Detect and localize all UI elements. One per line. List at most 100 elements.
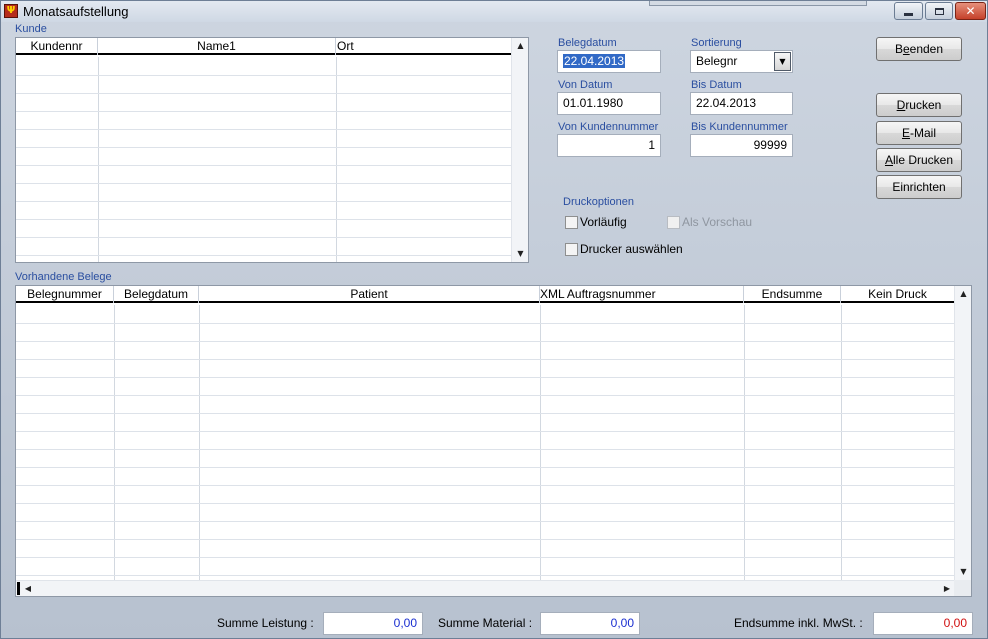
bis-datum-value: 22.04.2013	[696, 96, 757, 110]
column-header-xml-auftragsnummer[interactable]: XML Auftragsnummer	[540, 286, 744, 303]
kunde-group-label: Kunde	[15, 23, 47, 35]
grid-row-line	[16, 449, 955, 450]
grid-row-line	[16, 395, 955, 396]
summe-material-label: Summe Material :	[438, 616, 533, 630]
druckoptionen-label: Druckoptionen	[563, 196, 634, 208]
grid-row-line	[16, 147, 512, 148]
grid-row-line	[16, 557, 955, 558]
grid-row-line	[16, 341, 955, 342]
kunde-vertical-scrollbar[interactable]: ▲ ▼	[511, 38, 528, 262]
grid-row-line	[16, 431, 955, 432]
einrichten-button[interactable]: Einrichten	[876, 175, 962, 199]
als-vorschau-label[interactable]: Als Vorschau	[682, 215, 752, 229]
summe-material-field[interactable]: 0,00	[540, 612, 640, 635]
window-title: Monatsaufstellung	[23, 4, 129, 19]
belegdatum-label: Belegdatum	[558, 37, 617, 49]
bis-datum-input[interactable]: 22.04.2013	[690, 92, 793, 115]
row-indicator	[17, 582, 20, 595]
belegdatum-value: 22.04.2013	[563, 54, 626, 68]
scroll-right-icon[interactable]: ▶	[939, 581, 955, 596]
von-datum-input[interactable]: 01.01.1980	[557, 92, 661, 115]
maximize-icon	[934, 7, 944, 15]
kunde-grid-header: Kundennr Name1 Ort	[16, 38, 512, 55]
grid-row-line	[16, 201, 512, 202]
endsumme-label: Endsumme inkl. MwSt. :	[734, 616, 863, 630]
grid-row-line	[16, 485, 955, 486]
vorlaeufig-label[interactable]: Vorläufig	[580, 215, 627, 229]
belege-grid-header: Belegnummer Belegdatum Patient XML Auftr…	[16, 286, 955, 303]
column-header-patient[interactable]: Patient	[199, 286, 540, 303]
grid-column-line	[98, 57, 99, 262]
belege-vertical-scrollbar[interactable]: ▲ ▼	[954, 286, 971, 580]
belegdatum-input[interactable]: 22.04.2013	[557, 50, 661, 73]
grid-row-line	[16, 219, 512, 220]
grid-column-line	[336, 57, 337, 262]
grid-row-line	[16, 503, 955, 504]
scrollbar-corner	[954, 580, 971, 596]
grid-row-line	[16, 255, 512, 256]
app-icon: Ψ	[4, 4, 18, 18]
scroll-down-icon[interactable]: ▼	[512, 246, 528, 262]
endsumme-value: 0,00	[943, 616, 967, 630]
grid-row-line	[16, 323, 955, 324]
grid-row-line	[16, 521, 955, 522]
grid-row-line	[16, 129, 512, 130]
scroll-up-icon[interactable]: ▲	[512, 38, 528, 54]
column-header-kundennr[interactable]: Kundennr	[16, 38, 98, 55]
grid-row-line	[16, 183, 512, 184]
grid-row-line	[16, 165, 512, 166]
bis-kundennummer-label: Bis Kundennummer	[691, 121, 788, 133]
bis-kundennummer-value: 99999	[753, 138, 787, 152]
von-kundennummer-label: Von Kundennummer	[558, 121, 659, 133]
background-window-edge	[649, 1, 867, 6]
von-datum-value: 01.01.1980	[563, 96, 624, 110]
column-header-endsumme[interactable]: Endsumme	[744, 286, 841, 303]
column-header-name1[interactable]: Name1	[98, 38, 336, 55]
summe-leistung-value: 0,00	[393, 616, 417, 630]
scroll-down-icon[interactable]: ▼	[955, 564, 971, 580]
grid-row-line	[16, 75, 512, 76]
belege-grid[interactable]: Belegnummer Belegdatum Patient XML Auftr…	[15, 285, 972, 597]
belege-horizontal-scrollbar[interactable]: ◀ ▶	[16, 580, 955, 596]
drucker-auswaehlen-label[interactable]: Drucker auswählen	[580, 242, 683, 256]
grid-row-line	[16, 539, 955, 540]
als-vorschau-checkbox[interactable]	[667, 216, 680, 229]
main-window: Ψ Monatsaufstellung ✕ Kunde Kundennr Nam…	[0, 0, 988, 639]
summe-material-value: 0,00	[610, 616, 634, 630]
grid-row-line	[16, 413, 955, 414]
von-kundennummer-input[interactable]: 1	[557, 134, 661, 157]
beenden-button[interactable]: Beenden	[876, 37, 962, 61]
sortierung-label: Sortierung	[691, 37, 742, 49]
sortierung-select[interactable]: Belegnr ▼	[690, 50, 793, 73]
minimize-button[interactable]	[894, 2, 923, 20]
grid-row-line	[16, 575, 955, 576]
maximize-button[interactable]	[925, 2, 953, 20]
alle-drucken-button[interactable]: Alle Drucken	[876, 148, 962, 172]
kunde-grid[interactable]: Kundennr Name1 Ort ▲ ▼	[15, 37, 529, 263]
endsumme-field[interactable]: 0,00	[873, 612, 973, 635]
close-button[interactable]: ✕	[955, 2, 986, 20]
scroll-up-icon[interactable]: ▲	[955, 286, 971, 302]
grid-row-line	[16, 467, 955, 468]
von-datum-label: Von Datum	[558, 79, 613, 91]
vorlaeufig-checkbox[interactable]	[565, 216, 578, 229]
column-header-belegdatum[interactable]: Belegdatum	[114, 286, 199, 303]
von-kundennummer-value: 1	[648, 138, 655, 152]
column-header-ort[interactable]: Ort	[336, 38, 512, 55]
summe-leistung-label: Summe Leistung :	[217, 616, 314, 630]
drucker-auswaehlen-checkbox[interactable]	[565, 243, 578, 256]
grid-row-line	[16, 93, 512, 94]
close-icon: ✕	[965, 4, 976, 18]
email-button[interactable]: E-Mail	[876, 121, 962, 145]
drucken-button[interactable]: Drucken	[876, 93, 962, 117]
column-header-belegnummer[interactable]: Belegnummer	[16, 286, 114, 303]
minimize-icon	[904, 12, 913, 16]
dropdown-arrow-icon[interactable]: ▼	[774, 52, 791, 71]
bis-kundennummer-input[interactable]: 99999	[690, 134, 793, 157]
summe-leistung-field[interactable]: 0,00	[323, 612, 423, 635]
grid-row-line	[16, 111, 512, 112]
scroll-left-icon[interactable]: ◀	[22, 581, 34, 596]
bis-datum-label: Bis Datum	[691, 79, 742, 91]
grid-row-line	[16, 377, 955, 378]
column-header-kein-druck[interactable]: Kein Druck	[841, 286, 955, 303]
